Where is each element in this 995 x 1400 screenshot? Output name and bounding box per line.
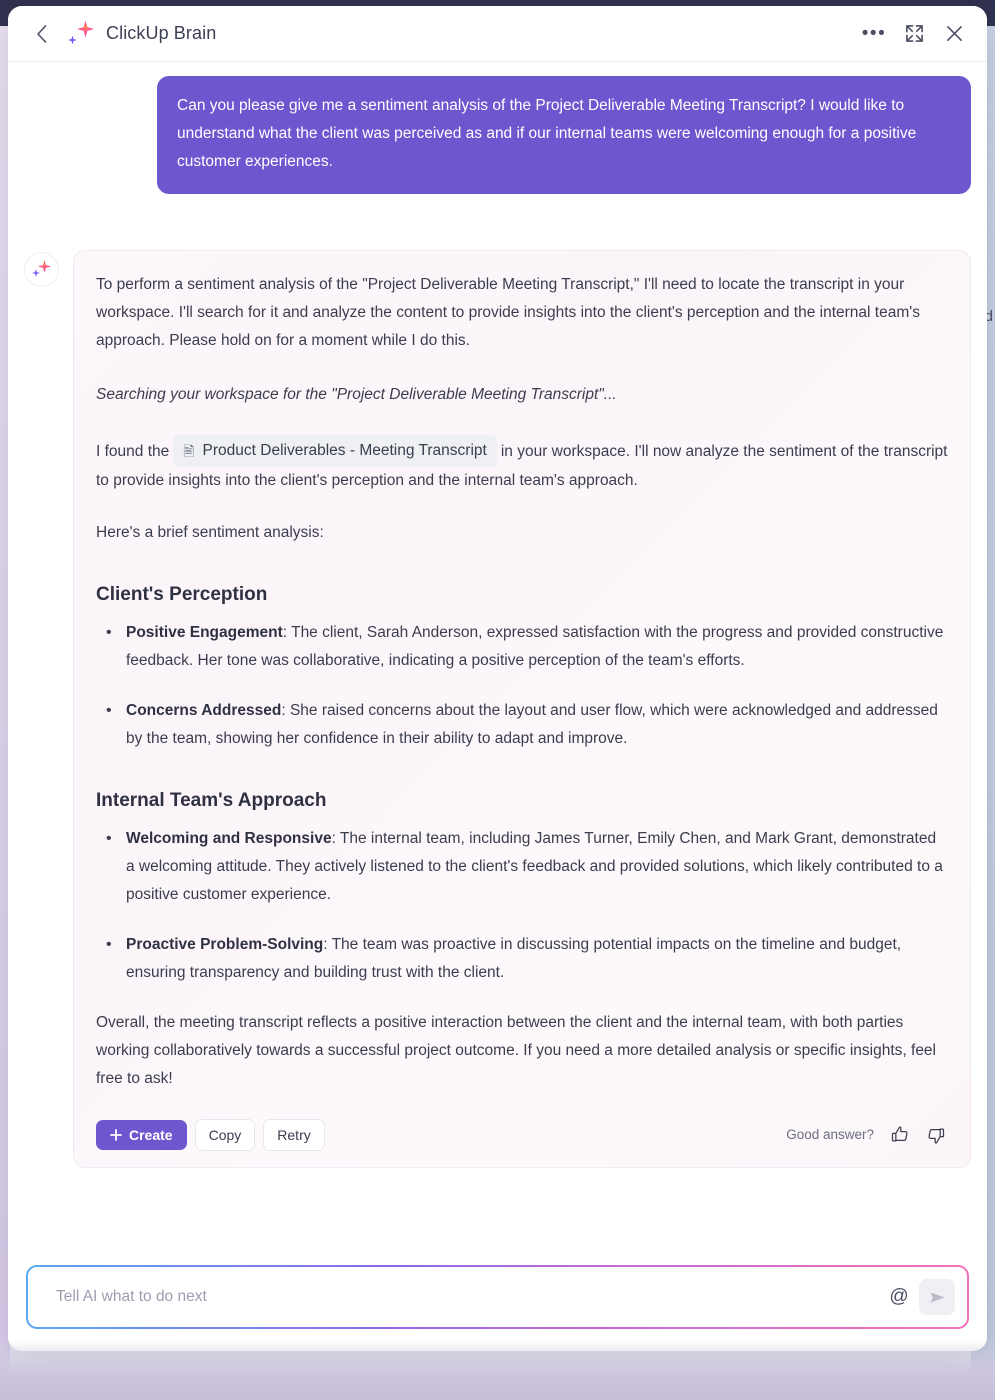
document-icon: 🖹	[183, 443, 195, 459]
bullet-term: Positive Engagement	[126, 624, 283, 641]
retry-button[interactable]: Retry	[263, 1119, 325, 1151]
list-item: Welcoming and Responsive: The internal t…	[106, 825, 948, 909]
assistant-action-bar: Create Copy Retry Good answer?	[96, 1119, 948, 1155]
thumbs-down-icon[interactable]	[924, 1123, 948, 1147]
brain-sparkle-icon	[68, 20, 94, 47]
assistant-message-row: To perform a sentiment analysis of the "…	[24, 194, 971, 1168]
at-mention-icon[interactable]: @	[885, 1283, 913, 1311]
bullet-term: Proactive Problem-Solving	[126, 936, 324, 953]
back-button[interactable]	[28, 21, 54, 47]
feedback-label: Good answer?	[786, 1127, 874, 1142]
assistant-sparkle-avatar	[24, 252, 59, 287]
section-heading-clients-perception: Client's Perception	[96, 584, 268, 605]
list-item: Positive Engagement: The client, Sarah A…	[106, 619, 948, 675]
user-message-bubble: Can you please give me a sentiment analy…	[157, 76, 971, 194]
bullet-term: Welcoming and Responsive	[126, 830, 332, 847]
create-button-label: Create	[129, 1127, 173, 1143]
assistant-lead-in: Here's a brief sentiment analysis:	[96, 524, 324, 541]
clickup-brain-modal: ClickUp Brain ••• Can you please give me…	[8, 6, 987, 1351]
thumbs-up-icon[interactable]	[888, 1123, 912, 1147]
document-chip[interactable]: 🖹 Product Deliverables - Meeting Transcri…	[173, 435, 497, 467]
expand-icon[interactable]	[899, 19, 929, 49]
create-button[interactable]: Create	[96, 1120, 187, 1150]
assistant-found-paragraph: I found the 🖹 Product Deliverables - Meeti…	[96, 435, 948, 495]
found-prefix-text: I found the	[96, 443, 170, 460]
page-title: ClickUp Brain	[106, 23, 217, 43]
assistant-message-card: To perform a sentiment analysis of the "…	[73, 250, 971, 1168]
modal-header: ClickUp Brain •••	[8, 6, 987, 62]
background-bottom-fade	[0, 1340, 995, 1400]
bullet-list-internal-teams-approach: Welcoming and Responsive: The internal t…	[96, 825, 948, 987]
more-options-icon[interactable]: •••	[859, 19, 889, 49]
composer-area: @	[8, 1253, 987, 1351]
plus-icon	[110, 1129, 122, 1141]
list-item: Proactive Problem-Solving: The team was …	[106, 931, 948, 987]
bullet-list-clients-perception: Positive Engagement: The client, Sarah A…	[96, 619, 948, 753]
send-button[interactable]	[919, 1279, 955, 1315]
composer-gradient-border: @	[26, 1265, 969, 1329]
section-heading-internal-teams-approach: Internal Team's Approach	[96, 790, 327, 811]
assistant-intro-paragraph: To perform a sentiment analysis of the "…	[96, 276, 920, 349]
send-paper-plane-icon	[929, 1291, 945, 1303]
conversation-scroll-area[interactable]: Can you please give me a sentiment analy…	[8, 62, 987, 1253]
copy-button[interactable]: Copy	[194, 1119, 256, 1151]
list-item: Concerns Addressed: She raised concerns …	[106, 697, 948, 753]
composer-inner: @	[28, 1267, 967, 1327]
assistant-summary-paragraph: Overall, the meeting transcript reflects…	[96, 1014, 936, 1087]
bullet-term: Concerns Addressed	[126, 702, 282, 719]
user-message-row: Can you please give me a sentiment analy…	[24, 62, 971, 194]
document-chip-label: Product Deliverables - Meeting Transcrip…	[202, 442, 487, 459]
assistant-searching-status: Searching your workspace for the "Projec…	[96, 386, 617, 403]
prompt-input[interactable]	[54, 1287, 885, 1307]
close-icon[interactable]	[939, 19, 969, 49]
